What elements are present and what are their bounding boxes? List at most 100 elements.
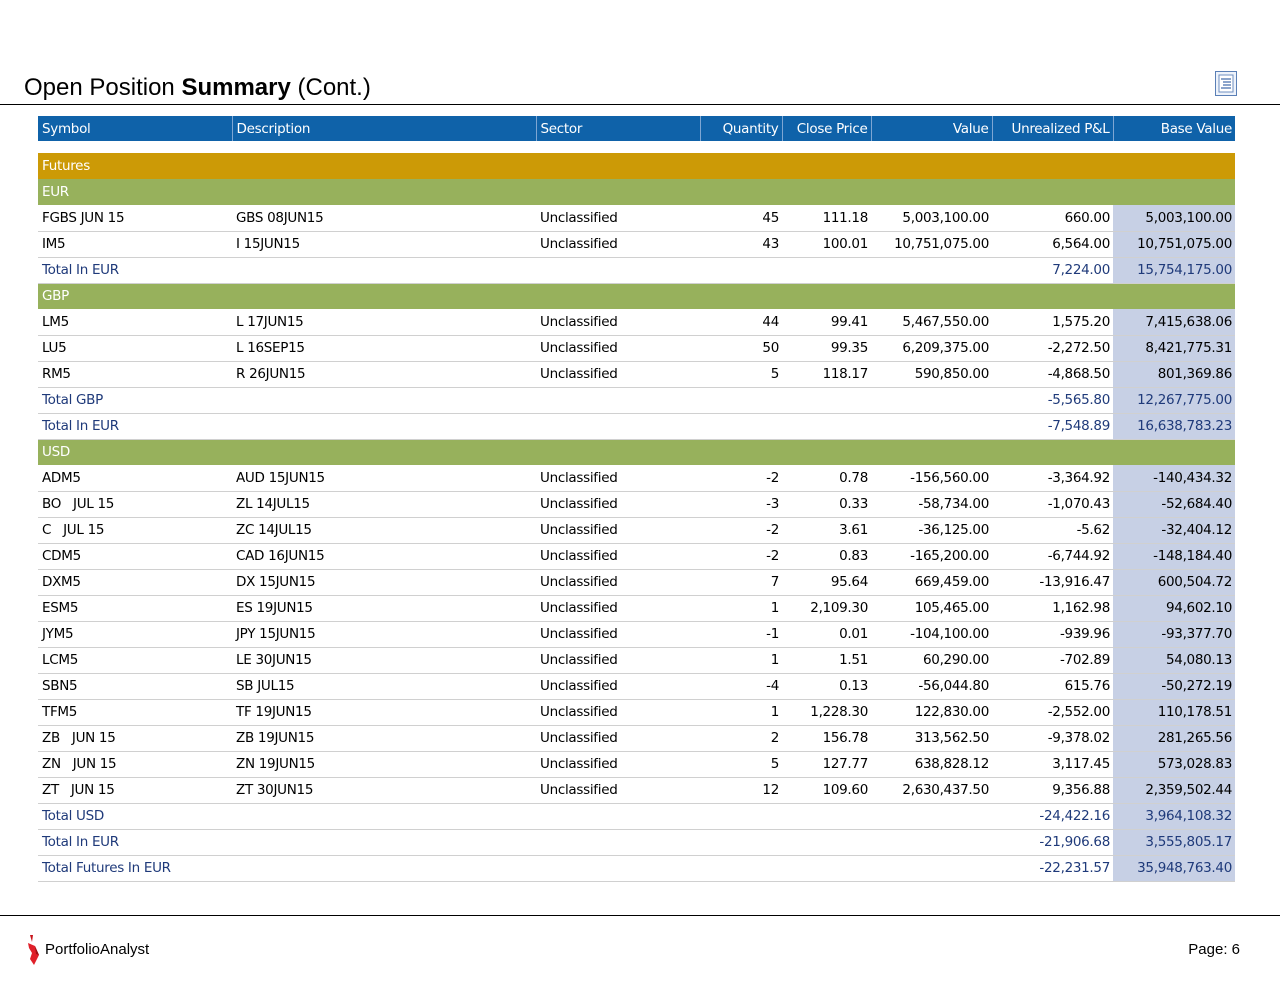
page-title-normal: Open Position	[24, 74, 182, 101]
base-value-cell: 573,028.83	[1113, 751, 1235, 778]
symbol-cell: BO JUL 15	[38, 491, 232, 518]
symbol-cell: ZB JUN 15	[38, 725, 232, 752]
symbol-cell: DXM5	[38, 569, 232, 596]
close-price-cell: 0.13	[782, 673, 871, 700]
close-price-cell: 99.41	[782, 309, 871, 336]
footer-divider	[0, 915, 1280, 916]
value-cell: -156,560.00	[871, 465, 992, 492]
close-price-cell: 127.77	[782, 751, 871, 778]
base-value-cell: 8,421,775.31	[1113, 335, 1235, 362]
table-row: LU5 L 16SEP15 Unclassified 50 99.35 6,209,375…	[38, 335, 1235, 362]
column-header: Base Value	[1160, 120, 1233, 137]
description-cell: ZB 19JUN15	[232, 725, 536, 752]
description-cell: GBS 08JUN15	[232, 205, 536, 232]
table-header-row: Symbol Description Sector Quantity Close Pri…	[38, 116, 1235, 141]
base-value-cell: 600,504.72	[1113, 569, 1235, 596]
value-cell: -36,125.00	[871, 517, 992, 544]
symbol-cell: JYM5	[38, 621, 232, 648]
page-title: Open Position Summary (Cont.)	[24, 74, 371, 102]
quantity-cell: 50	[700, 335, 782, 362]
close-price-cell: 118.17	[782, 361, 871, 388]
unrealized-pnl-cell: 1,162.98	[992, 595, 1113, 622]
close-price-cell: 156.78	[782, 725, 871, 752]
quantity-cell: -2	[700, 517, 782, 544]
base-value-cell: -140,434.32	[1113, 465, 1235, 492]
column-header: Quantity	[700, 116, 783, 141]
sector-cell: Unclassified	[536, 595, 700, 622]
symbol-cell: CDM5	[38, 543, 232, 570]
sector-cell: Unclassified	[536, 231, 700, 258]
symbol-cell: ESM5	[38, 595, 232, 622]
total-base-value: 12,267,775.00	[1113, 387, 1235, 414]
close-price-cell: 109.60	[782, 777, 871, 804]
base-value-cell: -93,377.70	[1113, 621, 1235, 648]
sector-cell: Unclassified	[536, 777, 700, 804]
close-price-cell: 0.78	[782, 465, 871, 492]
table-row: CDM5 CAD 16JUN15 Unclassified -2 0.83 -165,20…	[38, 543, 1235, 570]
sector-cell: Unclassified	[536, 647, 700, 674]
portfolioanalyst-logo-icon	[26, 933, 42, 967]
sector-cell: Unclassified	[536, 725, 700, 752]
unrealized-pnl-cell: -5.62	[992, 517, 1113, 544]
symbol-cell: SBN5	[38, 673, 232, 700]
unrealized-pnl-cell: -2,552.00	[992, 699, 1113, 726]
column-header: Close Price	[782, 116, 872, 141]
table-row: ESM5 ES 19JUN15 Unclassified 1 2,109.30 105,4…	[38, 595, 1235, 622]
description-cell: SB JUL15	[232, 673, 536, 700]
table-row: ZN JUN 15 ZN 19JUN15 Unclassified 5 127.77 63…	[38, 751, 1235, 778]
currency-label: USD	[42, 444, 70, 461]
close-price-cell: 2,109.30	[782, 595, 871, 622]
open-positions-table: Symbol Description Sector Quantity Close Pri…	[38, 116, 1235, 882]
table-row: FGBS JUN 15 GBS 08JUN15 Unclassified 45 111.…	[38, 205, 1235, 232]
total-row: Total USD -24,422.16 3,964,108.32	[38, 803, 1235, 830]
header-spacer	[38, 141, 1235, 153]
unrealized-pnl-cell: 9,356.88	[992, 777, 1113, 804]
table-row: DXM5 DX 15JUN15 Unclassified 7 95.64 669,459.…	[38, 569, 1235, 596]
value-cell: 638,828.12	[871, 751, 992, 778]
symbol-cell: LU5	[38, 335, 232, 362]
quantity-cell: -3	[700, 491, 782, 518]
value-cell: -56,044.80	[871, 673, 992, 700]
total-label: Total GBP	[38, 387, 992, 414]
column-header: Value	[871, 116, 993, 141]
quantity-cell: 1	[700, 699, 782, 726]
sector-cell: Unclassified	[536, 569, 700, 596]
description-cell: CAD 16JUN15	[232, 543, 536, 570]
sector-cell: Unclassified	[536, 309, 700, 336]
unrealized-pnl-cell: -2,272.50	[992, 335, 1113, 362]
table-row: LCM5 LE 30JUN15 Unclassified 1 1.51 60,290.00…	[38, 647, 1235, 674]
total-label: Total In EUR	[38, 413, 992, 440]
value-cell: -104,100.00	[871, 621, 992, 648]
base-value-cell: 7,415,638.06	[1113, 309, 1235, 336]
quantity-cell: -4	[700, 673, 782, 700]
close-price-cell: 0.33	[782, 491, 871, 518]
total-base-value: 3,964,108.32	[1113, 803, 1235, 830]
unrealized-pnl-cell: -6,744.92	[992, 543, 1113, 570]
close-price-cell: 0.83	[782, 543, 871, 570]
symbol-cell: C JUL 15	[38, 517, 232, 544]
table-row: RM5 R 26JUN15 Unclassified 5 118.17 590,850.0…	[38, 361, 1235, 388]
total-row: Total GBP -5,565.80 12,267,775.00	[38, 387, 1235, 414]
unrealized-pnl-cell: 660.00	[992, 205, 1113, 232]
value-cell: -58,734.00	[871, 491, 992, 518]
close-price-cell: 1.51	[782, 647, 871, 674]
symbol-cell: TFM5	[38, 699, 232, 726]
total-base-value: 15,754,175.00	[1113, 257, 1235, 284]
currency-group-row: EUR	[38, 179, 1235, 205]
description-cell: L 16SEP15	[232, 335, 536, 362]
table-row: ZT JUN 15 ZT 30JUN15 Unclassified 12 109.60 2…	[38, 777, 1235, 804]
unrealized-pnl-cell: -939.96	[992, 621, 1113, 648]
close-price-cell: 111.18	[782, 205, 871, 232]
table-row: BO JUL 15 ZL 14JUL15 Unclassified -3 0.33 -58…	[38, 491, 1235, 518]
value-cell: 2,630,437.50	[871, 777, 992, 804]
currency-label: EUR	[42, 184, 69, 200]
close-price-cell: 0.01	[782, 621, 871, 648]
total-row: Total In EUR -7,548.89 16,638,783.23	[38, 413, 1235, 440]
report-list-icon[interactable]	[1215, 71, 1237, 96]
total-label: Total Futures In EUR	[38, 855, 992, 882]
value-cell: 590,850.00	[871, 361, 992, 388]
quantity-cell: 12	[700, 777, 782, 804]
symbol-cell: IM5	[38, 231, 232, 258]
unrealized-pnl-cell: -4,868.50	[992, 361, 1113, 388]
title-divider	[0, 104, 1280, 105]
